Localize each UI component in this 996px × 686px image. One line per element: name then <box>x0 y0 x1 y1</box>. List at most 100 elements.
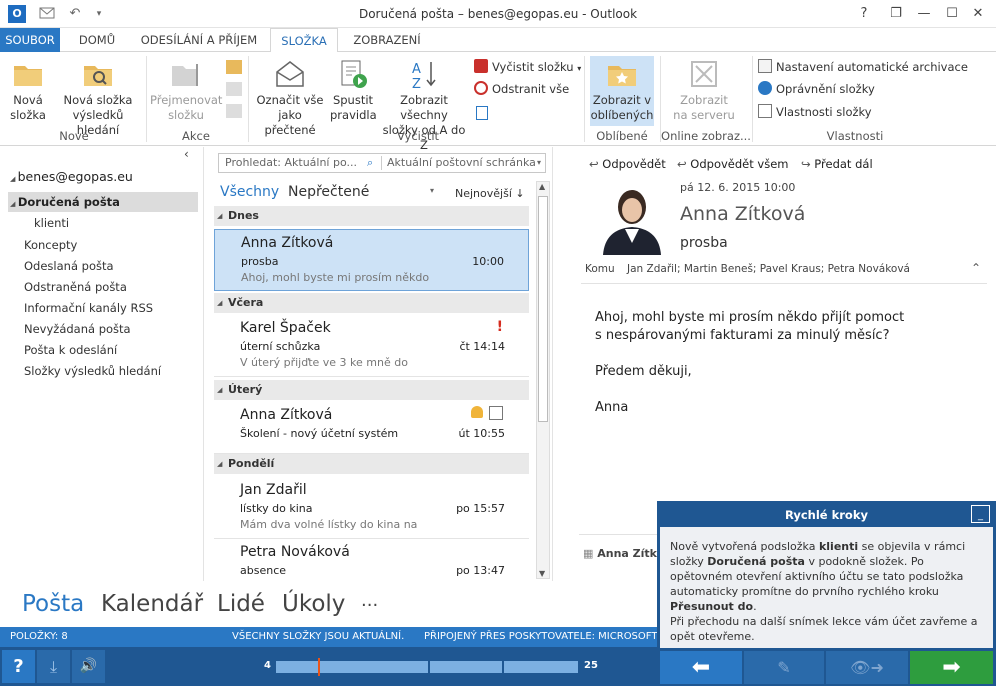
nav-mail[interactable]: Pošta <box>22 591 84 617</box>
sender-name[interactable]: Anna Zítková <box>680 203 805 225</box>
folder-klienti[interactable]: klienti <box>34 213 69 233</box>
nav-more[interactable]: ··· <box>361 595 378 616</box>
sort-order[interactable]: Nejnovější ↓ <box>455 187 525 200</box>
show-on-server-label-1: Zobrazit <box>680 93 728 107</box>
mark-all-read-label-1: Označit vše <box>256 93 324 107</box>
folder-search-results[interactable]: Složky výsledků hledání <box>24 361 161 381</box>
folder-rss[interactable]: Informační kanály RSS <box>24 298 153 318</box>
search-scope-select[interactable]: Aktuální poštovní schránka <box>387 154 536 172</box>
nav-people[interactable]: Lidé <box>217 591 265 617</box>
quick-steps-paragraph: Při přechodu na další snímek lekce vám ú… <box>670 615 978 643</box>
scroll-down-arrow-icon[interactable]: ▼ <box>539 569 545 578</box>
nav-tasks[interactable]: Úkoly <box>282 591 345 617</box>
copy-folder-icon[interactable] <box>226 60 242 74</box>
collapse-pane-icon[interactable]: ‹ <box>184 147 189 161</box>
mail-item[interactable]: Anna Zítková prosba Ahoj, mohl byste mi … <box>214 229 529 291</box>
progress-marker[interactable] <box>318 658 321 676</box>
scrollbar[interactable]: ▲ ▼ <box>536 181 550 579</box>
chevron-down-icon[interactable]: ▾ <box>537 154 541 172</box>
tab-send-receive[interactable]: ODESÍLÁNÍ A PŘÍJEM <box>132 28 266 52</box>
group-header[interactable]: Včera <box>214 293 529 313</box>
text-bold: Přesunout do <box>670 600 754 613</box>
favorite-folder-icon <box>608 66 636 86</box>
mail-subject: prosba <box>241 255 279 268</box>
mail-subject: úterní schůzka <box>240 340 321 353</box>
run-rules-button[interactable]: Spustit pravidla <box>330 58 377 123</box>
folder-outbox[interactable]: Pošta k odeslání <box>24 340 117 360</box>
show-in-favorites-button[interactable]: Zobrazit v oblíbených <box>590 56 654 126</box>
minimize-panel-button[interactable]: _ <box>971 505 990 523</box>
account-name[interactable]: ◢ benes@egopas.eu <box>10 167 133 187</box>
mail-subject: Školení - nový účetní systém <box>240 427 399 440</box>
mark-all-read-button[interactable]: Označit vše jako přečtené <box>252 58 328 138</box>
quick-steps-panel: Rychlé kroky _ Nově vytvořená podsložka … <box>657 501 996 686</box>
delete-all-button[interactable]: Odstranit vše <box>474 79 569 99</box>
pointer-button[interactable]: ✎ <box>744 651 824 684</box>
recover-deleted-icon[interactable] <box>476 106 488 120</box>
message-list: Prohledat: Aktuální po... ⌕ Aktuální poš… <box>203 147 553 581</box>
folder-properties-button[interactable]: Vlastnosti složky <box>758 102 872 122</box>
recipients[interactable]: Jan Zdařil; Martin Beneš; Pavel Kraus; P… <box>627 263 910 275</box>
mail-item[interactable]: Anna Zítková Školení - nový účetní systé… <box>214 402 529 454</box>
search-input[interactable]: Prohledat: Aktuální po... <box>225 154 357 172</box>
previous-button[interactable]: ⬅ <box>660 651 742 684</box>
autoarchive-settings-button[interactable]: Nastavení automatické archivace <box>758 57 968 77</box>
ribbon-display-button[interactable]: ❐ <box>884 4 908 24</box>
sound-icon[interactable]: 🔊 <box>72 650 105 683</box>
group-header[interactable]: Pondělí <box>214 454 529 474</box>
clean-folder-button[interactable]: Vyčistit složku ▾ <box>474 57 581 77</box>
mail-item[interactable]: Petra Nováková absence po 13:47 <box>214 539 529 581</box>
folder-drafts[interactable]: Koncepty <box>24 235 77 255</box>
tab-file[interactable]: SOUBOR <box>0 28 60 52</box>
forward-button[interactable]: ↪ Předat dál <box>801 157 873 171</box>
tab-home[interactable]: DOMŮ <box>66 28 128 52</box>
group-label-properties: Vlastnosti <box>826 129 884 143</box>
mail-item[interactable]: Karel Špaček úterní schůzka V úterý přij… <box>214 315 529 377</box>
search-box[interactable]: Prohledat: Aktuální po... ⌕ Aktuální poš… <box>218 153 546 173</box>
tab-view[interactable]: ZOBRAZENÍ <box>342 28 432 52</box>
folder-sent[interactable]: Odeslaná pošta <box>24 256 114 276</box>
new-folder-button[interactable]: Nová složka <box>6 58 50 123</box>
group-header[interactable]: Úterý <box>214 380 529 400</box>
tab-folder[interactable]: SLOŽKA <box>270 28 338 53</box>
progress-track[interactable] <box>276 658 578 676</box>
group-header[interactable]: Dnes <box>214 206 529 226</box>
help-button[interactable]: ? <box>852 4 876 24</box>
clean-folder-icon <box>474 59 488 73</box>
filter-unread[interactable]: Nepřečtené <box>288 184 369 200</box>
folder-deleted[interactable]: Odstraněná pošta <box>24 277 127 297</box>
show-on-server-button[interactable]: Zobrazit na serveru <box>666 58 742 123</box>
scroll-up-arrow-icon[interactable]: ▲ <box>539 182 545 191</box>
mail-time: po 13:47 <box>456 564 505 577</box>
group-label-actions: Akce <box>182 129 210 143</box>
rename-folder-button[interactable]: Přejmenovat složku <box>150 58 222 123</box>
folder-properties-label: Vlastnosti složky <box>776 105 872 119</box>
mail-item[interactable]: Jan Zdařil lístky do kina Mám dva volné … <box>214 477 529 539</box>
mail-from: Jan Zdařil <box>240 482 307 498</box>
search-folder-icon <box>84 66 112 86</box>
folder-permissions-button[interactable]: Oprávnění složky <box>758 79 875 99</box>
close-button[interactable]: ✕ <box>966 4 990 24</box>
player-help-button[interactable]: ? <box>2 650 35 683</box>
scrollbar-thumb[interactable] <box>538 196 548 422</box>
chevron-down-icon[interactable]: ▾ <box>430 186 434 195</box>
status-items-count: POLOŽKY: 8 <box>10 631 68 642</box>
folder-inbox[interactable]: ◢ Doručená pošta <box>8 192 198 212</box>
nav-calendar[interactable]: Kalendář <box>101 591 203 617</box>
download-icon[interactable]: ⤓ <box>37 650 70 683</box>
reply-button[interactable]: ↩ Odpovědět <box>589 157 666 171</box>
minimize-button[interactable]: — <box>912 4 936 24</box>
search-icon[interactable]: ⌕ <box>367 154 373 172</box>
filter-all[interactable]: Všechny <box>220 184 279 200</box>
show-step-button[interactable]: 👁➜ <box>826 651 908 684</box>
next-button[interactable]: ➡ <box>910 651 993 684</box>
chevron-down-icon: ▾ <box>577 64 582 73</box>
new-search-folder-button[interactable]: Nová složka výsledků hledání <box>56 58 140 138</box>
text-bold: klienti <box>818 540 859 553</box>
forward-icon: ↪ <box>801 157 815 171</box>
reply-all-button[interactable]: ↩ Odpovědět všem <box>677 157 788 171</box>
maximize-button[interactable]: ☐ <box>940 4 964 24</box>
folder-junk[interactable]: Nevyžádaná pošta <box>24 319 131 339</box>
collapse-header-icon[interactable]: ⌃ <box>971 261 981 275</box>
module-navigation: Pošta Kalendář Lidé Úkoly ··· <box>0 581 658 627</box>
